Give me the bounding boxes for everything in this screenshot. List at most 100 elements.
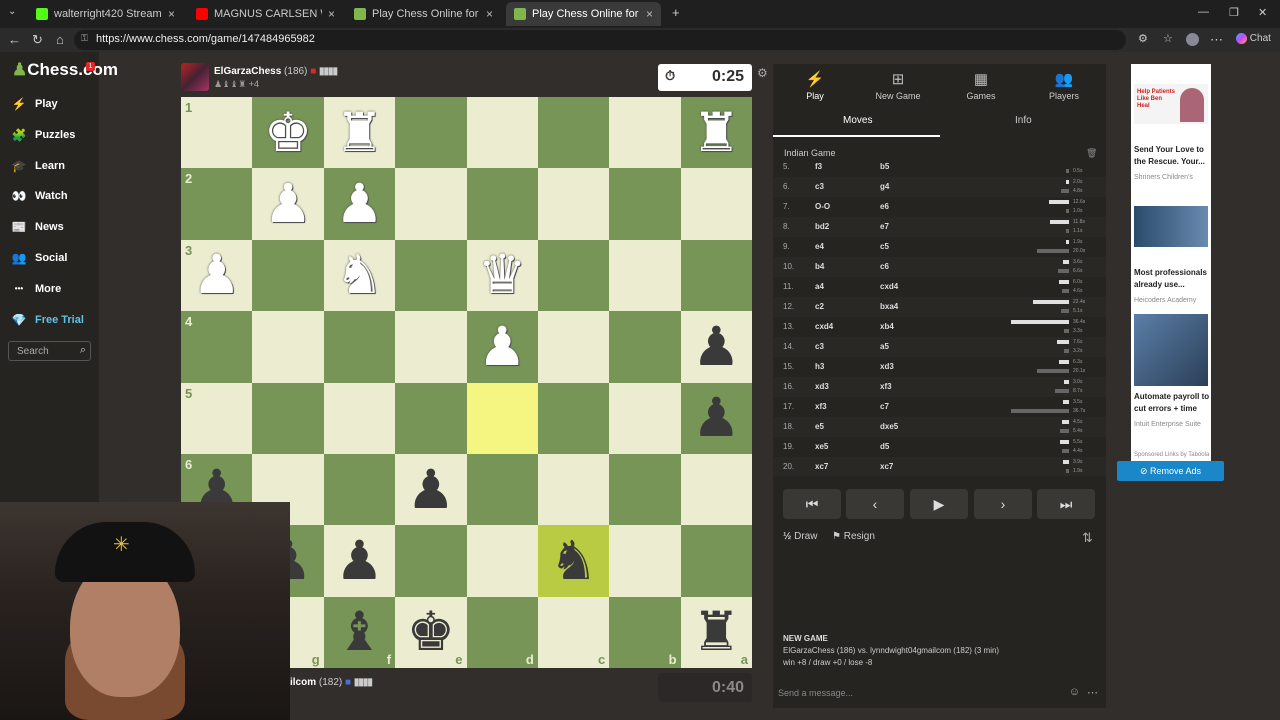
- board-square[interactable]: [609, 168, 681, 240]
- chess-piece[interactable]: ♛: [478, 248, 526, 302]
- top-player-avatar[interactable]: [181, 63, 209, 91]
- browser-tab[interactable]: Play Chess Online for FREE - 2 Play ×: [346, 2, 501, 26]
- message-input[interactable]: Send a message... ☺ ⋯: [773, 683, 1106, 703]
- chess-piece[interactable]: ♜: [335, 105, 383, 160]
- board-square[interactable]: ♟ 3: [181, 239, 253, 312]
- delete-icon[interactable]: 🗑: [1086, 148, 1097, 159]
- tab-list-icon[interactable]: ⌄: [8, 6, 16, 17]
- chess-piece[interactable]: ♟: [264, 177, 312, 231]
- black-move[interactable]: xb4: [880, 322, 894, 331]
- black-move[interactable]: xd3: [880, 362, 894, 371]
- black-move[interactable]: e7: [880, 222, 889, 231]
- previous-move-button[interactable]: ‹: [846, 489, 904, 519]
- chess-piece[interactable]: ♚: [407, 605, 455, 659]
- sidebar-item-learn[interactable]: 🎓 Learn: [11, 158, 65, 174]
- white-move[interactable]: cxd4: [815, 322, 833, 331]
- new-tab-icon[interactable]: +: [672, 5, 680, 20]
- resign-button[interactable]: ⚑ Resign: [832, 531, 875, 542]
- ad-title-1[interactable]: Send Your Love to the Rescue. Your...: [1134, 144, 1211, 168]
- move-row[interactable]: 14. c3 a5 7.6s 3.2s: [773, 337, 1106, 357]
- move-row[interactable]: 9. e4 c5 1.9s 20.0s: [773, 237, 1106, 257]
- white-move[interactable]: h3: [815, 362, 824, 371]
- chess-piece[interactable]: ♞: [335, 248, 383, 302]
- black-move[interactable]: c6: [880, 262, 889, 271]
- search-input[interactable]: Search ⌕: [8, 341, 91, 361]
- close-tab-icon[interactable]: ×: [328, 7, 335, 21]
- close-window-icon[interactable]: ✕: [1258, 6, 1267, 19]
- board-square[interactable]: [680, 453, 752, 526]
- chess-piece[interactable]: ♜: [692, 105, 740, 160]
- board-square[interactable]: [537, 453, 610, 526]
- board-square[interactable]: 1: [181, 97, 253, 169]
- board-square[interactable]: [537, 382, 610, 454]
- url-field[interactable]: ⚿ https://www.chess.com/game/14748496598…: [74, 30, 1126, 50]
- board-square[interactable]: [680, 239, 752, 312]
- tab-games[interactable]: ▦ Games: [951, 70, 1011, 101]
- search-icon[interactable]: ⌕: [80, 344, 86, 357]
- board-square[interactable]: [609, 382, 681, 454]
- next-move-button[interactable]: ▶: [910, 489, 968, 519]
- close-tab-icon[interactable]: ×: [646, 7, 653, 21]
- reload-icon[interactable]: ↻: [32, 32, 43, 48]
- ad-image-1[interactable]: Help Patients Like Ben Heal: [1134, 84, 1208, 124]
- move-row[interactable]: 19. xe5 d5 5.5s 4.4s: [773, 437, 1106, 457]
- board-square[interactable]: ♜: [680, 97, 752, 169]
- board-square[interactable]: [323, 382, 396, 454]
- last-move-button[interactable]: ⏭: [1037, 489, 1095, 519]
- black-move[interactable]: c5: [880, 242, 889, 251]
- board-square[interactable]: [252, 239, 324, 312]
- move-row[interactable]: 11. a4 cxd4 6.0s 4.6s: [773, 277, 1106, 297]
- tab-players[interactable]: 👥 Players: [1034, 70, 1094, 101]
- ad-title-3[interactable]: Automate payroll to cut errors + time: [1134, 391, 1211, 415]
- black-move[interactable]: c7: [880, 402, 889, 411]
- copilot-chat-button[interactable]: Chat: [1236, 33, 1271, 44]
- black-move[interactable]: e6: [880, 202, 889, 211]
- board-square[interactable]: ♝ f: [323, 596, 396, 668]
- board-square[interactable]: ♟: [252, 168, 324, 240]
- white-move[interactable]: f3: [815, 162, 822, 171]
- board-square[interactable]: [395, 239, 467, 312]
- board-square[interactable]: ♟: [395, 453, 467, 526]
- board-square[interactable]: [466, 97, 538, 169]
- ad-image-2[interactable]: [1134, 206, 1208, 247]
- black-move[interactable]: xc7: [880, 462, 893, 471]
- browser-tab[interactable]: walterright420 Stream - Watch Li ×: [28, 2, 183, 26]
- move-row[interactable]: 20. xc7 xc7 3.9s 1.9s: [773, 457, 1106, 476]
- board-square[interactable]: [537, 97, 610, 169]
- black-move[interactable]: d5: [880, 442, 889, 451]
- board-square[interactable]: [537, 311, 610, 383]
- white-move[interactable]: xc7: [815, 462, 828, 471]
- sidebar-item-more[interactable]: ••• More: [11, 281, 61, 297]
- board-square[interactable]: ♜: [323, 97, 396, 169]
- board-square[interactable]: [466, 525, 538, 597]
- chess-piece[interactable]: ♞: [549, 533, 597, 588]
- white-move[interactable]: a4: [815, 282, 824, 291]
- sidebar-item-play[interactable]: ⚡ Play: [11, 96, 58, 112]
- chess-piece[interactable]: ♚: [264, 105, 312, 160]
- board-square[interactable]: [466, 168, 538, 240]
- ad-title-2[interactable]: Most professionals already use...: [1134, 267, 1211, 291]
- board-square[interactable]: [466, 382, 538, 454]
- move-row[interactable]: 6. c3 g4 2.0s 4.8s: [773, 177, 1106, 197]
- board-square[interactable]: [537, 168, 610, 240]
- sidebar-item-social[interactable]: 👥 Social: [11, 250, 68, 266]
- white-move[interactable]: xe5: [815, 442, 828, 451]
- chess-piece[interactable]: ♟: [407, 462, 455, 517]
- board-square[interactable]: [395, 311, 467, 383]
- white-move[interactable]: e4: [815, 242, 824, 251]
- black-move[interactable]: bxa4: [880, 302, 898, 311]
- forward-move-button[interactable]: ›: [974, 489, 1032, 519]
- move-row[interactable]: 13. cxd4 xb4 36.4s 3.3s: [773, 317, 1106, 337]
- move-row[interactable]: 17. xf3 c7 3.5s 36.7s: [773, 397, 1106, 417]
- move-row[interactable]: 7. O-O e6 12.6s 1.0s: [773, 197, 1106, 217]
- chat-options-icon[interactable]: ⋯: [1087, 686, 1098, 699]
- minimize-icon[interactable]: —: [1198, 6, 1209, 18]
- board-square[interactable]: ♞: [537, 525, 610, 597]
- sidebar-item-puzzles[interactable]: 🧩 Puzzles: [11, 127, 76, 143]
- board-square[interactable]: 5: [181, 382, 253, 454]
- move-row[interactable]: 8. bd2 e7 11.8s 1.1s: [773, 217, 1106, 237]
- sidebar-item-free-trial[interactable]: 💎 Free Trial: [11, 312, 84, 328]
- board-square[interactable]: ♚ e: [395, 596, 467, 668]
- board-square[interactable]: ♟: [466, 311, 538, 383]
- board-square[interactable]: ♟: [323, 168, 396, 240]
